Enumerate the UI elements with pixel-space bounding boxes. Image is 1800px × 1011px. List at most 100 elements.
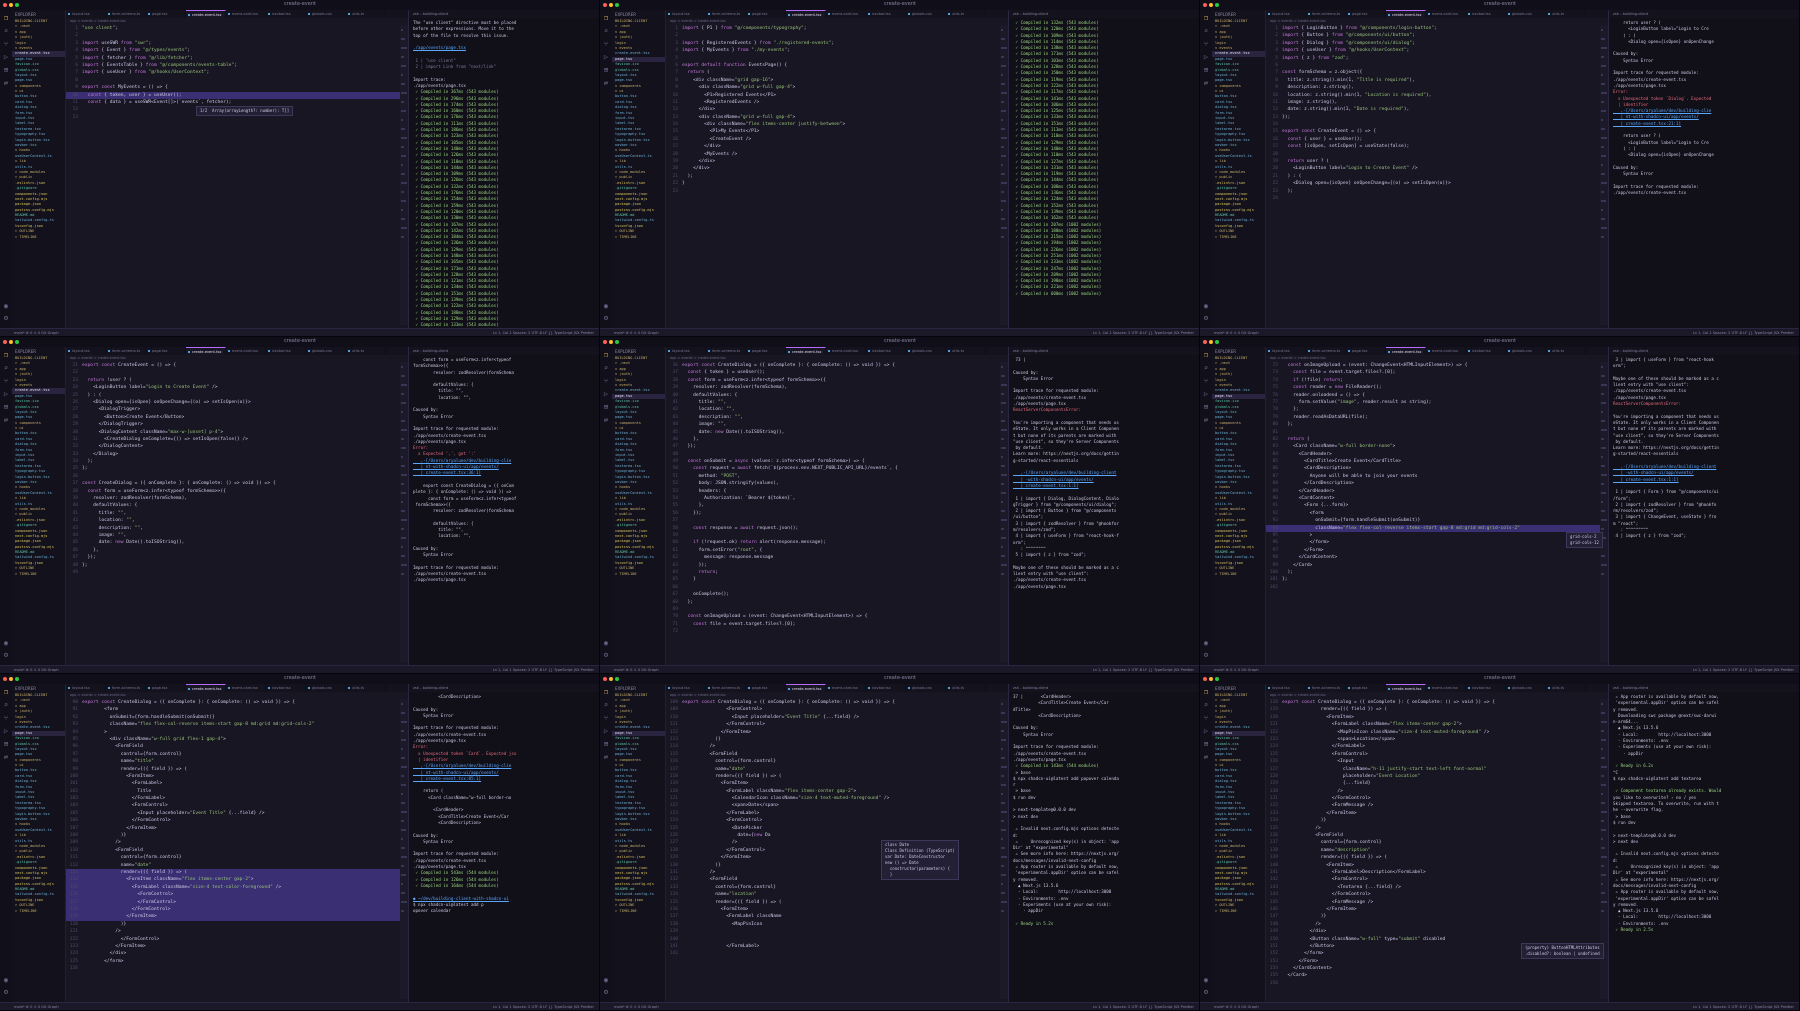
search-icon[interactable]: ⌕ bbox=[602, 701, 610, 709]
editor-tab[interactable]: navbar.tsx bbox=[266, 684, 306, 692]
run-debug-icon[interactable]: ▷ bbox=[2, 53, 10, 61]
status-right[interactable]: Ln 1, Col 1 Spaces: 2 UTF-8 LF {} TypeSc… bbox=[493, 329, 594, 336]
minimize-window-button[interactable] bbox=[1209, 3, 1213, 7]
extensions-icon[interactable]: ⊞ bbox=[2, 66, 10, 74]
editor-tab[interactable]: create-event.tsx bbox=[786, 684, 826, 692]
source-control-icon[interactable]: ⑂ bbox=[1202, 40, 1210, 48]
terminal-panel[interactable]: zsh - building-client 37 | <CardHeader> <… bbox=[1008, 684, 1199, 1002]
account-icon[interactable]: ◉ bbox=[602, 976, 610, 984]
close-window-button[interactable] bbox=[1203, 3, 1207, 7]
status-left[interactable]: main* ⊗ 0 ⚠ 0 Git Graph bbox=[14, 666, 59, 673]
extensions-icon[interactable]: ⊞ bbox=[602, 403, 610, 411]
editor-tab[interactable]: event-card.tsx bbox=[1426, 347, 1466, 355]
editor-tab[interactable]: layout.tsx bbox=[1266, 684, 1306, 692]
editor-tab[interactable]: navbar.tsx bbox=[1466, 684, 1506, 692]
account-icon[interactable]: ◉ bbox=[1202, 302, 1210, 310]
account-icon[interactable]: ◉ bbox=[602, 302, 610, 310]
account-icon[interactable]: ◉ bbox=[2, 302, 10, 310]
remote-icon[interactable]: ⇄ bbox=[602, 416, 610, 424]
extensions-icon[interactable]: ⊞ bbox=[2, 403, 10, 411]
remote-icon[interactable]: ⇄ bbox=[602, 79, 610, 87]
status-left[interactable]: main* ⊗ 0 ⚠ 0 Git Graph bbox=[614, 1003, 659, 1010]
search-icon[interactable]: ⌕ bbox=[1202, 364, 1210, 372]
editor-tab[interactable]: form-schema.ts bbox=[1306, 10, 1346, 18]
files-icon[interactable]: ❐ bbox=[602, 14, 610, 22]
status-right[interactable]: Ln 1, Col 1 Spaces: 2 UTF-8 LF {} TypeSc… bbox=[1693, 329, 1794, 336]
extensions-icon[interactable]: ⊞ bbox=[1202, 66, 1210, 74]
maximize-window-button[interactable] bbox=[1215, 677, 1219, 681]
minimize-window-button[interactable] bbox=[1209, 677, 1213, 681]
editor-tab[interactable]: form-schema.ts bbox=[706, 10, 746, 18]
editor-tab[interactable]: globals.css bbox=[1506, 10, 1546, 18]
editor-tab[interactable]: event-card.tsx bbox=[826, 347, 866, 355]
file-tree-item[interactable]: > TIMELINE bbox=[612, 235, 665, 240]
close-window-button[interactable] bbox=[1203, 340, 1207, 344]
account-icon[interactable]: ◉ bbox=[1202, 976, 1210, 984]
close-window-button[interactable] bbox=[3, 677, 7, 681]
file-tree-item[interactable]: > TIMELINE bbox=[1212, 235, 1265, 240]
status-left[interactable]: main* ⊗ 0 ⚠ 0 Git Graph bbox=[614, 329, 659, 336]
editor-tab[interactable]: page.tsx bbox=[1346, 347, 1386, 355]
status-right[interactable]: Ln 1, Col 1 Spaces: 2 UTF-8 LF {} TypeSc… bbox=[1093, 329, 1194, 336]
editor-tab[interactable]: globals.css bbox=[906, 347, 946, 355]
editor-tab[interactable]: navbar.tsx bbox=[1466, 10, 1506, 18]
terminal-panel[interactable]: zsh - building-client return user ? ( <L… bbox=[1608, 10, 1799, 328]
account-icon[interactable]: ◉ bbox=[2, 639, 10, 647]
editor-tab[interactable]: layout.tsx bbox=[1266, 347, 1306, 355]
extensions-icon[interactable]: ⊞ bbox=[1202, 403, 1210, 411]
editor-tab[interactable]: create-event.tsx bbox=[1386, 10, 1426, 18]
terminal-panel[interactable]: zsh - building-client 3 | import { useFo… bbox=[1608, 347, 1799, 665]
maximize-window-button[interactable] bbox=[615, 677, 619, 681]
editor-tab[interactable]: form-schema.ts bbox=[1306, 684, 1346, 692]
editor-tab[interactable]: page.tsx bbox=[146, 10, 186, 18]
minimize-window-button[interactable] bbox=[609, 677, 613, 681]
close-window-button[interactable] bbox=[3, 340, 7, 344]
status-left[interactable]: main* ⊗ 0 ⚠ 0 Git Graph bbox=[614, 666, 659, 673]
minimize-window-button[interactable] bbox=[9, 340, 13, 344]
terminal-panel[interactable]: zsh - building-client ✓ Compiled in 132m… bbox=[1008, 10, 1199, 328]
maximize-window-button[interactable] bbox=[1215, 340, 1219, 344]
extensions-icon[interactable]: ⊞ bbox=[602, 740, 610, 748]
editor-tab[interactable]: page.tsx bbox=[746, 684, 786, 692]
editor-tab[interactable]: page.tsx bbox=[746, 347, 786, 355]
account-icon[interactable]: ◉ bbox=[2, 976, 10, 984]
close-window-button[interactable] bbox=[1203, 677, 1207, 681]
search-icon[interactable]: ⌕ bbox=[1202, 701, 1210, 709]
search-icon[interactable]: ⌕ bbox=[2, 701, 10, 709]
search-icon[interactable]: ⌕ bbox=[602, 364, 610, 372]
status-left[interactable]: main* ⊗ 0 ⚠ 0 Git Graph bbox=[1214, 329, 1259, 336]
minimap[interactable] bbox=[1600, 25, 1608, 325]
minimap[interactable] bbox=[1000, 699, 1008, 999]
maximize-window-button[interactable] bbox=[15, 677, 19, 681]
source-control-icon[interactable]: ⑂ bbox=[602, 714, 610, 722]
editor-tab[interactable]: create-event.tsx bbox=[186, 347, 226, 355]
editor-tab[interactable]: create-event.tsx bbox=[786, 347, 826, 355]
source-control-icon[interactable]: ⑂ bbox=[1202, 377, 1210, 385]
run-debug-icon[interactable]: ▷ bbox=[602, 727, 610, 735]
extensions-icon[interactable]: ⊞ bbox=[1202, 740, 1210, 748]
account-icon[interactable]: ◉ bbox=[1202, 639, 1210, 647]
status-right[interactable]: Ln 1, Col 1 Spaces: 2 UTF-8 LF {} TypeSc… bbox=[493, 1003, 594, 1010]
editor-tab[interactable]: layout.tsx bbox=[1266, 10, 1306, 18]
status-left[interactable]: main* ⊗ 0 ⚠ 0 Git Graph bbox=[14, 1003, 59, 1010]
editor-tab[interactable]: form-schema.ts bbox=[106, 684, 146, 692]
account-icon[interactable]: ◉ bbox=[602, 639, 610, 647]
editor-tab[interactable]: navbar.tsx bbox=[266, 347, 306, 355]
editor-tab[interactable]: utils.ts bbox=[346, 684, 386, 692]
close-window-button[interactable] bbox=[3, 3, 7, 7]
editor-tab[interactable]: create-event.tsx bbox=[1386, 684, 1426, 692]
editor-tab[interactable]: utils.ts bbox=[1546, 10, 1586, 18]
editor-tab[interactable]: page.tsx bbox=[146, 347, 186, 355]
source-control-icon[interactable]: ⑂ bbox=[2, 714, 10, 722]
editor-tab[interactable]: globals.css bbox=[306, 10, 346, 18]
editor-tab[interactable]: form-schema.ts bbox=[106, 347, 146, 355]
code-editor[interactable]: layout.tsx form-schema.ts page.tsx create-e… bbox=[666, 684, 1008, 1002]
run-debug-icon[interactable]: ▷ bbox=[1202, 390, 1210, 398]
editor-tab[interactable]: layout.tsx bbox=[666, 347, 706, 355]
files-icon[interactable]: ❐ bbox=[1202, 14, 1210, 22]
settings-icon[interactable]: ⚙ bbox=[602, 314, 610, 322]
minimap[interactable] bbox=[1000, 362, 1008, 662]
terminal-panel[interactable]: zsh - building-client ⚠ App router is av… bbox=[1608, 684, 1799, 1002]
editor-tab[interactable]: page.tsx bbox=[146, 684, 186, 692]
editor-tab[interactable]: layout.tsx bbox=[66, 10, 106, 18]
